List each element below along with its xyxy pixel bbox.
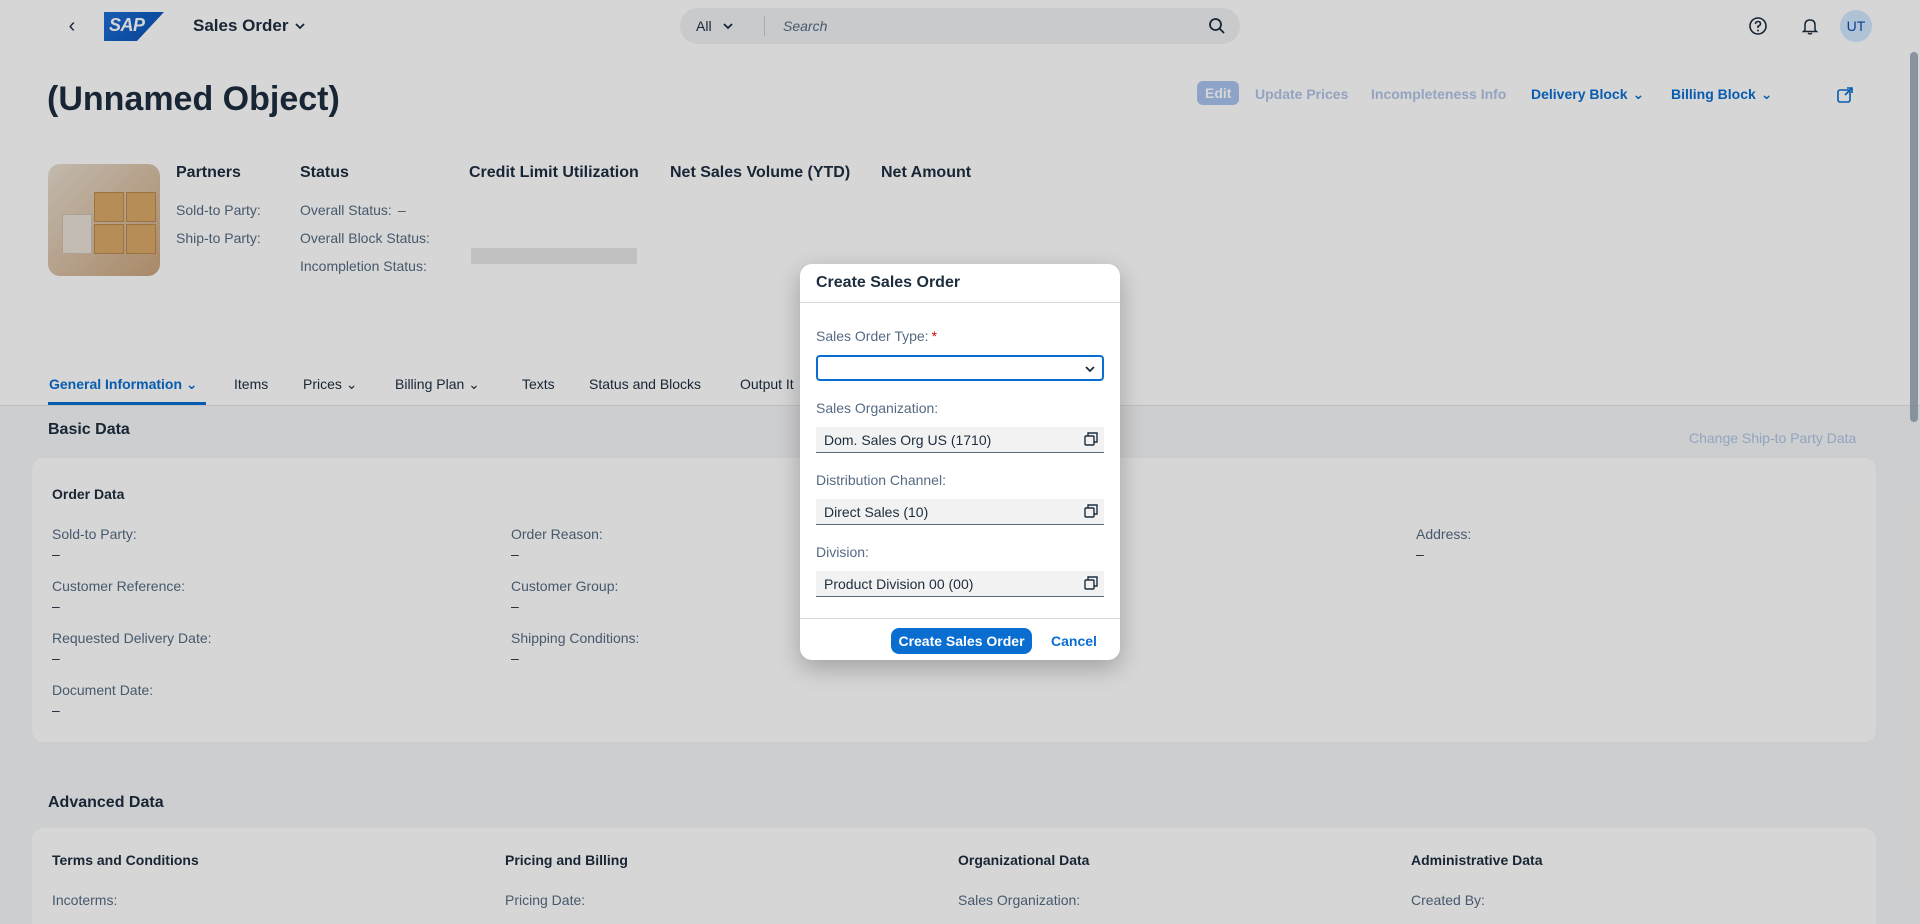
sales-organization-label: Sales Organization: bbox=[816, 400, 939, 416]
copy-icon[interactable] bbox=[1084, 504, 1098, 518]
sales-order-type-label-text: Sales Order Type: bbox=[816, 328, 929, 344]
chevron-down-icon bbox=[1085, 366, 1095, 373]
copy-icon[interactable] bbox=[1084, 432, 1098, 446]
sales-organization-value: Dom. Sales Org US (1710) bbox=[824, 432, 992, 448]
dialog-header-divider bbox=[800, 302, 1120, 303]
division-field[interactable]: Product Division 00 (00) bbox=[816, 571, 1104, 597]
dialog-footer-divider bbox=[800, 618, 1120, 619]
division-value: Product Division 00 (00) bbox=[824, 576, 974, 592]
sales-order-type-label: Sales Order Type: * bbox=[816, 328, 937, 344]
sales-order-type-select[interactable] bbox=[816, 355, 1104, 381]
distribution-channel-label: Distribution Channel: bbox=[816, 472, 946, 488]
division-label: Division: bbox=[816, 544, 869, 560]
required-marker: * bbox=[931, 328, 938, 344]
distribution-channel-field[interactable]: Direct Sales (10) bbox=[816, 499, 1104, 525]
dialog-title: Create Sales Order bbox=[816, 274, 961, 291]
sales-organization-field[interactable]: Dom. Sales Org US (1710) bbox=[816, 427, 1104, 453]
cancel-button[interactable]: Cancel bbox=[1048, 628, 1100, 654]
distribution-channel-value: Direct Sales (10) bbox=[824, 504, 929, 520]
create-sales-order-button[interactable]: Create Sales Order bbox=[891, 628, 1032, 654]
copy-icon[interactable] bbox=[1084, 576, 1098, 590]
create-sales-order-dialog: Create Sales Order Sales Order Type: * Sa… bbox=[800, 264, 1120, 660]
